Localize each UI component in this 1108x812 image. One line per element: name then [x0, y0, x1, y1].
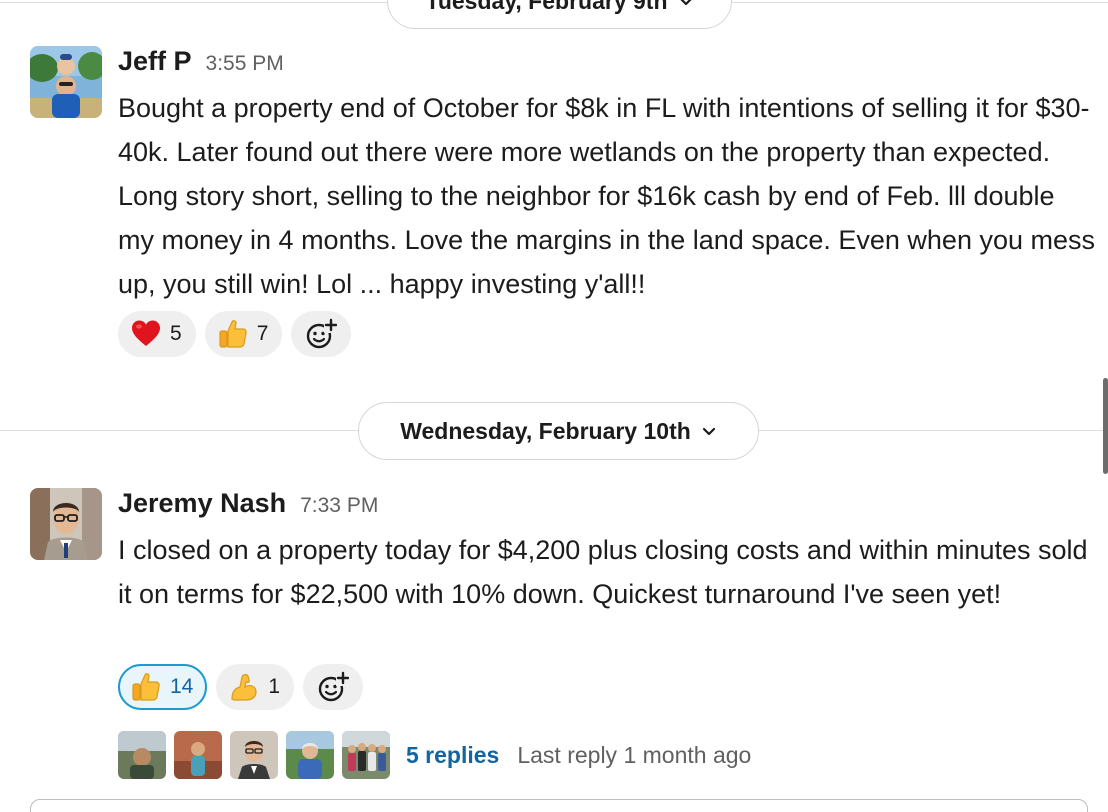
chevron-down-icon — [702, 427, 715, 436]
reaction-count: 1 — [268, 675, 281, 698]
reaction-thumbs-up[interactable]: 14 — [118, 664, 208, 710]
timestamp[interactable]: 3:55 PM — [206, 52, 284, 76]
reply-avatar — [174, 731, 222, 779]
thumbs-up-icon — [132, 673, 160, 701]
message-header: Jeff P 3:55 PM — [118, 46, 284, 80]
reply-avatar — [286, 731, 334, 779]
reaction-thumbs-up[interactable]: 7 — [204, 311, 283, 357]
thumbs-up-icon — [219, 320, 247, 348]
reaction-heart[interactable]: 5 — [118, 311, 196, 357]
sender-name[interactable]: Jeremy Nash — [118, 488, 286, 519]
message-header: Jeremy Nash 7:33 PM — [118, 488, 378, 522]
add-reaction-button[interactable] — [303, 664, 364, 710]
message-composer[interactable] — [30, 799, 1088, 812]
message-text: Bought a property end of October for $8k… — [118, 93, 1096, 299]
message-text: I closed on a property today for $4,200 … — [118, 535, 1088, 609]
reaction-flexed-biceps[interactable]: 1 — [216, 664, 295, 710]
add-reaction-icon — [318, 671, 350, 702]
reply-avatar — [230, 731, 278, 779]
timestamp[interactable]: 7:33 PM — [300, 494, 378, 518]
date-divider-tuesday: Tuesday, February 9th — [0, 0, 1108, 33]
scrollbar-thumb[interactable] — [1103, 378, 1108, 474]
reaction-count: 7 — [256, 322, 269, 345]
reaction-bar: 5 7 — [118, 311, 352, 357]
date-divider-wednesday: Wednesday, February 10th — [0, 401, 1108, 461]
reaction-count: 14 — [170, 675, 194, 698]
date-jump-button[interactable]: Wednesday, February 10th — [358, 402, 759, 460]
reaction-count: 5 — [170, 322, 182, 345]
add-reaction-button[interactable] — [291, 311, 352, 357]
flexed-biceps-icon — [231, 674, 257, 701]
reply-avatar — [342, 731, 390, 779]
thread-replies[interactable]: 5 replies Last reply 1 month ago — [118, 728, 751, 782]
date-jump-button[interactable]: Tuesday, February 9th — [387, 0, 732, 29]
date-label: Tuesday, February 9th — [425, 0, 668, 14]
chevron-down-icon — [679, 0, 692, 6]
sender-name[interactable]: Jeff P — [118, 46, 192, 77]
avatar[interactable] — [30, 488, 102, 560]
message-jeff-p[interactable]: Jeff P 3:55 PM Bought a property end of … — [0, 46, 1108, 366]
message-pane: Tuesday, February 9th Jeff P 3:55 PM Bou… — [0, 0, 1108, 812]
last-reply-time: Last reply 1 month ago — [517, 741, 752, 768]
heart-icon — [132, 320, 160, 346]
date-label: Wednesday, February 10th — [400, 417, 691, 444]
reply-count-link[interactable]: 5 replies — [406, 742, 499, 769]
avatar[interactable] — [30, 46, 102, 118]
reply-avatar — [118, 731, 166, 779]
reaction-bar: 14 1 — [118, 664, 364, 710]
add-reaction-icon — [307, 318, 338, 349]
